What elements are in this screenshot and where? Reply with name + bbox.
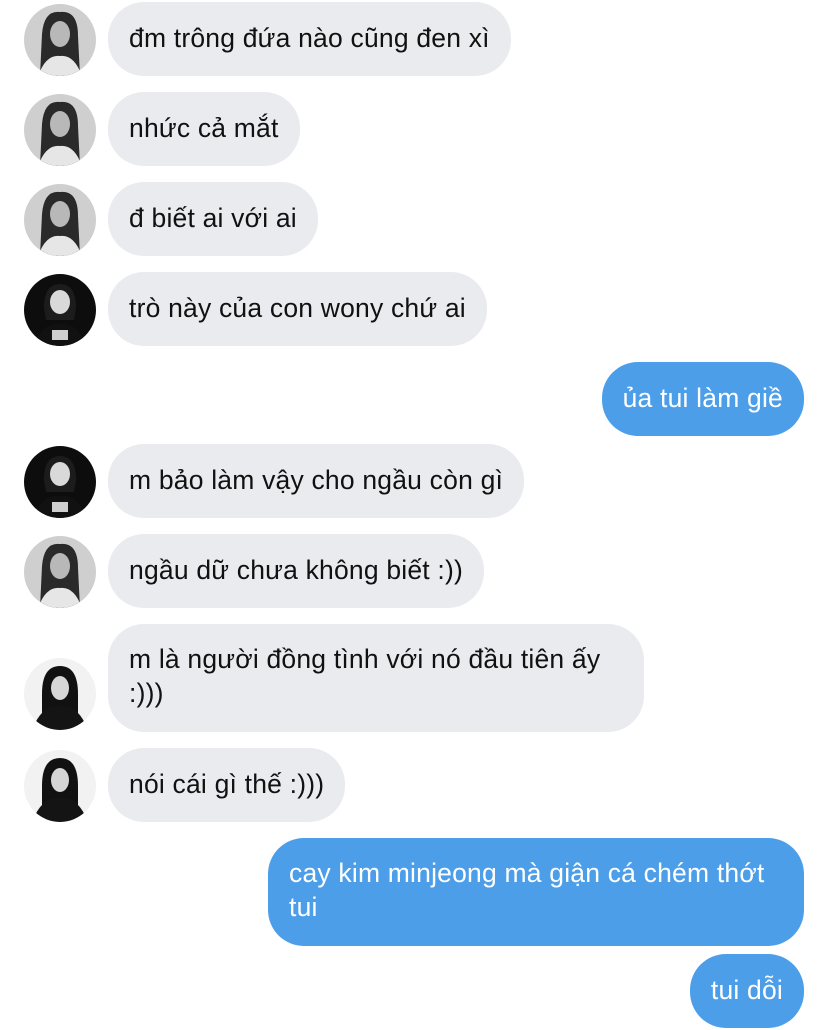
avatar-girl-black-outfit-icon[interactable]	[24, 750, 96, 822]
message-row: đ biết ai với ai	[0, 182, 828, 256]
message-row: đm trông đứa nào cũng đen xì	[0, 2, 828, 76]
message-thread: đm trông đứa nào cũng đen xì nhức cả mắt…	[0, 0, 828, 1030]
message-text: ngầu dữ chưa không biết :))	[129, 555, 464, 585]
message-row: ủa tui làm giề	[0, 362, 828, 436]
avatar-girl-black-outfit-icon[interactable]	[24, 658, 96, 730]
incoming-message-bubble[interactable]: ngầu dữ chưa không biết :))	[108, 534, 485, 608]
outgoing-message-bubble[interactable]: tui dỗi	[689, 954, 804, 1028]
incoming-message-bubble[interactable]: nói cái gì thế :)))	[108, 748, 346, 822]
avatar-girl-grayscale-icon[interactable]	[24, 4, 96, 76]
outgoing-message-bubble[interactable]: cay kim minjeong mà giận cá chém thớt tu…	[268, 838, 804, 946]
message-text: đm trông đứa nào cũng đen xì	[129, 23, 490, 53]
message-row: trò này của con wony chứ ai	[0, 272, 828, 346]
message-row: m bảo làm vậy cho ngầu còn gì	[0, 444, 828, 518]
message-row: tui dỗi	[0, 954, 828, 1028]
message-text: ủa tui làm giề	[622, 383, 783, 413]
message-row: m là người đồng tình với nó đầu tiên ấy …	[0, 624, 828, 732]
message-row: nói cái gì thế :)))	[0, 748, 828, 822]
message-row: ngầu dữ chưa không biết :))	[0, 534, 828, 608]
incoming-message-bubble[interactable]: trò này của con wony chứ ai	[108, 272, 487, 346]
message-text: cay kim minjeong mà giận cá chém thớt tu…	[289, 858, 765, 922]
message-text: m là người đồng tình với nó đầu tiên ấy …	[129, 644, 601, 708]
outgoing-message-bubble[interactable]: ủa tui làm giề	[601, 362, 804, 436]
message-text: tui dỗi	[710, 975, 783, 1005]
message-row: cay kim minjeong mà giận cá chém thớt tu…	[0, 838, 828, 946]
message-row: nhức cả mắt	[0, 92, 828, 166]
avatar-girl-grayscale-icon[interactable]	[24, 536, 96, 608]
incoming-message-bubble[interactable]: nhức cả mắt	[108, 92, 300, 166]
message-text: nói cái gì thế :)))	[129, 769, 325, 799]
message-text: đ biết ai với ai	[129, 203, 297, 233]
incoming-message-bubble[interactable]: m là người đồng tình với nó đầu tiên ấy …	[108, 624, 644, 732]
incoming-message-bubble[interactable]: đ biết ai với ai	[108, 182, 318, 256]
avatar-girl-dark-shirt-icon[interactable]	[24, 274, 96, 346]
avatar-girl-grayscale-icon[interactable]	[24, 184, 96, 256]
avatar-girl-grayscale-icon[interactable]	[24, 94, 96, 166]
incoming-message-bubble[interactable]: m bảo làm vậy cho ngầu còn gì	[108, 444, 525, 518]
message-text: m bảo làm vậy cho ngầu còn gì	[129, 465, 504, 495]
message-text: trò này của con wony chứ ai	[129, 293, 466, 323]
avatar-girl-dark-shirt-icon[interactable]	[24, 446, 96, 518]
message-text: nhức cả mắt	[129, 113, 279, 143]
incoming-message-bubble[interactable]: đm trông đứa nào cũng đen xì	[108, 2, 511, 76]
